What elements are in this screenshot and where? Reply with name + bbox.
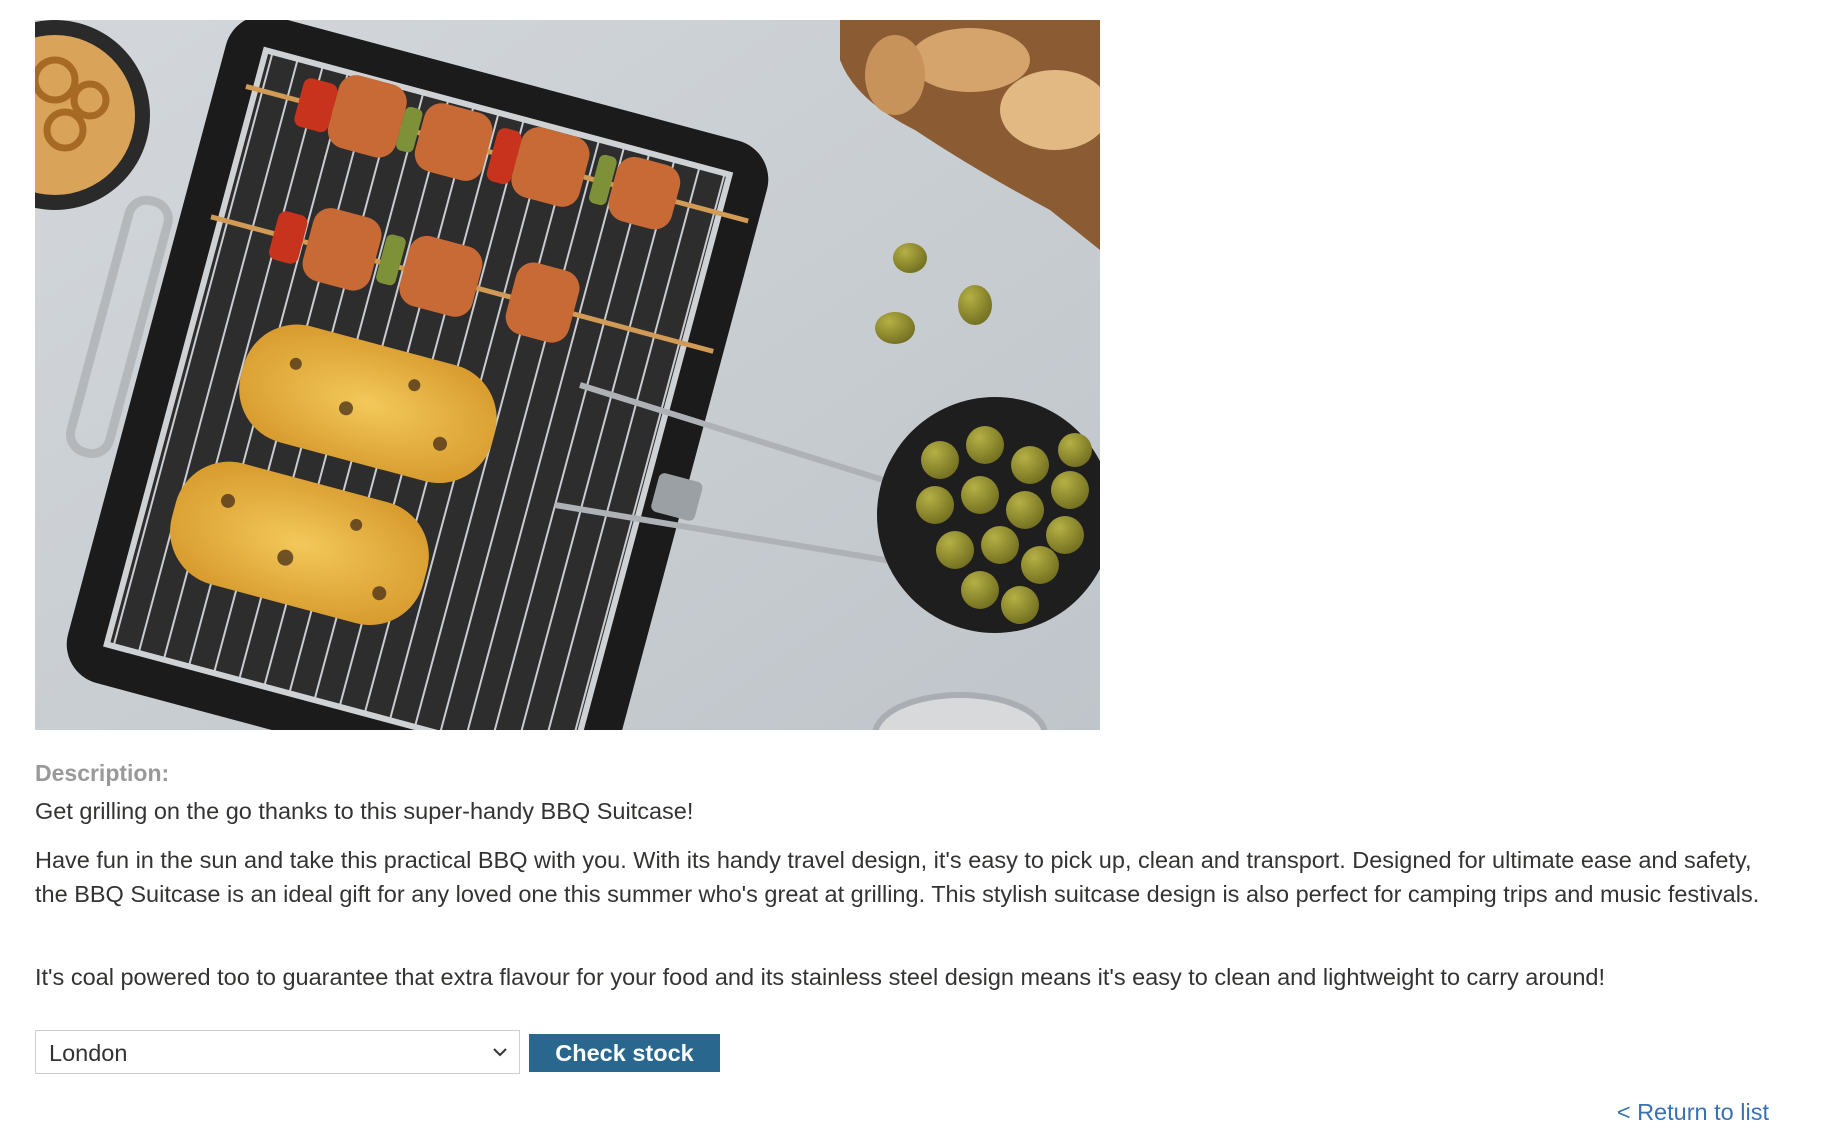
- bbq-photo-illustration: [35, 20, 1100, 730]
- store-select[interactable]: London: [35, 1030, 520, 1074]
- description-paragraph: Get grilling on the go thanks to this su…: [35, 798, 694, 824]
- product-image: [35, 20, 1100, 730]
- description-paragraph: Have fun in the sun and take this practi…: [35, 847, 1760, 907]
- description-paragraph: It's coal powered too to guarantee that …: [35, 964, 1606, 990]
- chevron-down-icon: [493, 1048, 507, 1057]
- description-heading: Description:: [35, 760, 170, 786]
- return-to-list-link[interactable]: < Return to list: [1617, 1099, 1769, 1126]
- check-stock-button[interactable]: Check stock: [529, 1034, 720, 1072]
- product-page: Description: Get grilling on the go than…: [0, 0, 1821, 1136]
- store-select-value: London: [49, 1040, 128, 1066]
